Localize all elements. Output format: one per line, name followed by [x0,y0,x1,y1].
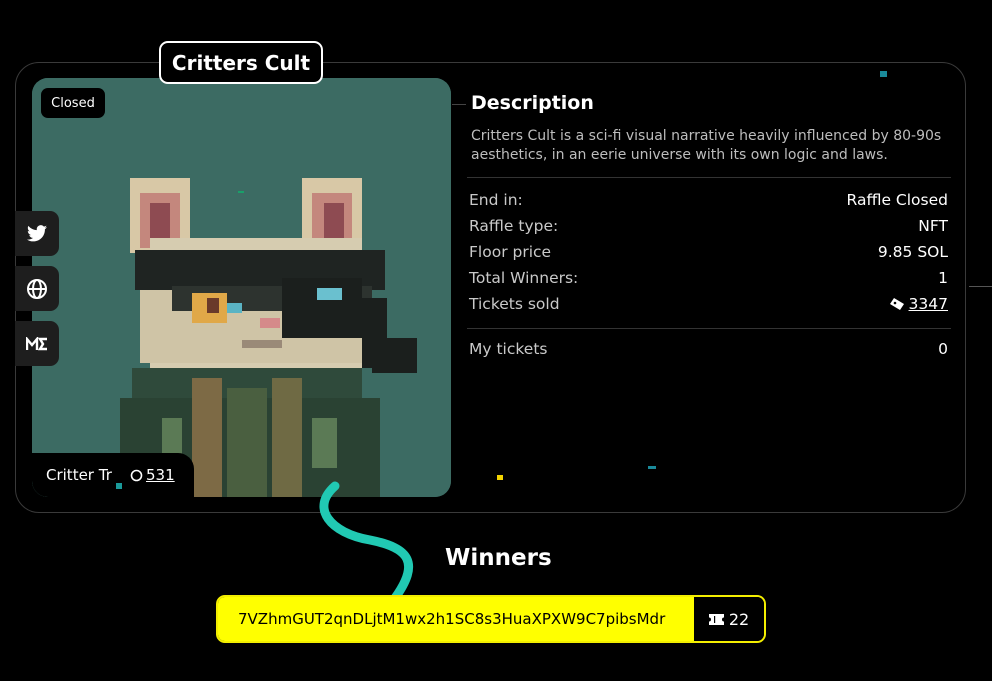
detail-value: 9.85 SOL [877,243,948,261]
twitter-icon [27,225,47,242]
divider [467,177,951,178]
description-heading: Description [471,92,594,114]
detail-label: Tickets sold [469,295,560,313]
ribbon-decoration [319,481,414,603]
detail-row-winners: Total Winners: 1 [469,268,948,288]
twitter-button[interactable] [15,211,59,256]
detail-label: Floor price [469,243,552,261]
tickets-sold-value: 3347 [908,295,948,313]
detail-value: 1 [938,269,948,287]
winners-heading: Winners [445,545,552,571]
detail-label: End in: [469,191,523,209]
detail-value: NFT [918,217,948,235]
divider [467,328,951,329]
detail-label: Raffle type: [469,217,559,235]
my-tickets-row: My tickets 0 [469,339,948,359]
website-button[interactable] [15,266,59,311]
detail-label: Total Winners: [469,269,579,287]
circle-icon [130,469,143,481]
winner-entry[interactable]: 7VZhmGUT2qnDLjtM1wx2h1SC8s3HuaXPXW9C7pib… [216,595,766,643]
ticket-icon [708,613,724,625]
nft-image[interactable] [32,78,451,497]
collection-name: Critter Tr [46,466,112,484]
tickets-sold-link[interactable]: 3347 [889,295,948,313]
collection-link[interactable]: Critter Tr 531 [32,453,194,497]
page-title: Critters Cult [159,41,323,84]
status-badge: Closed [41,88,105,118]
confetti [116,483,122,489]
detail-row-tickets: Tickets sold 3347 [469,294,948,314]
winner-tickets-count: 22 [728,609,750,629]
detail-row-type: Raffle type: NFT [469,216,948,236]
my-tickets-value: 0 [938,340,948,358]
divider [452,104,466,105]
ticket-icon [889,298,904,310]
confetti [238,191,244,193]
globe-icon [27,278,47,299]
winner-address[interactable]: 7VZhmGUT2qnDLjtM1wx2h1SC8s3HuaXPXW9C7pib… [218,597,694,641]
collection-count-value: 531 [146,466,175,484]
collection-count[interactable]: 531 [130,466,175,484]
detail-value: Raffle Closed [846,191,948,209]
magic-eden-button[interactable] [15,321,59,366]
magic-eden-icon [26,336,47,350]
detail-row-end: End in: Raffle Closed [469,190,948,210]
pixel-cat-art [32,78,451,497]
description-text: Critters Cult is a sci-fi visual narrati… [471,128,942,163]
my-tickets-label: My tickets [469,340,548,358]
winner-tickets: 22 [694,597,764,641]
detail-row-floor: Floor price 9.85 SOL [469,242,948,262]
confetti [969,286,992,287]
